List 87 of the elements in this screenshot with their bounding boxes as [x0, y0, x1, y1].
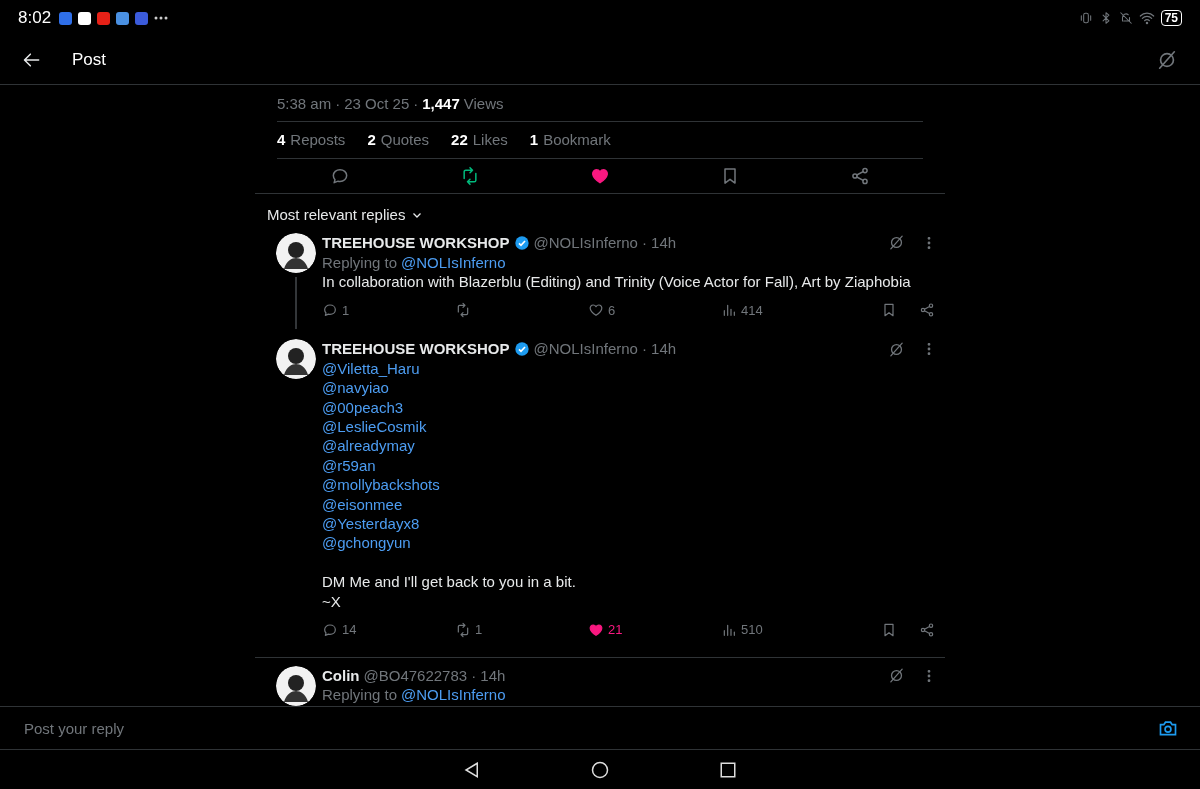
reply-time: · 14h	[641, 339, 677, 359]
clock: 8:02	[18, 8, 52, 28]
stat-count: 1	[529, 131, 539, 149]
bookmark-icon[interactable]	[881, 622, 897, 638]
circle-slash-icon[interactable]	[1156, 49, 1178, 71]
share-icon[interactable]	[919, 302, 935, 319]
views-count: 1,447	[422, 95, 460, 113]
stat-count: 4	[277, 131, 286, 149]
mention-link[interactable]: @eisonmee	[322, 494, 937, 514]
reply-time: · 14h	[641, 233, 677, 253]
reply-text: DM Me and I'll get back to you in a bit.	[322, 572, 577, 592]
repost-count: 1	[475, 621, 483, 640]
views-count: 510	[741, 621, 763, 640]
separator: ·	[335, 95, 341, 113]
like-count: 6	[608, 301, 616, 320]
repost-icon[interactable]	[460, 165, 480, 186]
mention-link[interactable]: @mollybackshots	[322, 475, 937, 495]
replying-label: Replying to	[322, 252, 398, 272]
author-name[interactable]: TREEHOUSE WORKSHOP	[322, 233, 510, 253]
replying-label: Replying to	[322, 685, 398, 705]
camera-icon[interactable]	[1158, 718, 1178, 738]
stat-count: 2	[367, 131, 376, 149]
mention-link[interactable]: @00peach3	[322, 397, 937, 417]
avatar[interactable]	[276, 233, 316, 274]
reply-time: · 14h	[471, 666, 506, 686]
reply-icon[interactable]	[322, 622, 338, 638]
stat-label[interactable]: Bookmark	[543, 131, 611, 149]
views-label: Views	[463, 95, 504, 113]
heart-icon[interactable]	[588, 622, 604, 638]
reply-text: In collaboration with Blazerblu (Editing) and Trinity (Voice Actor for Fall), Art by Ziaphobia	[322, 271, 912, 292]
mention-link[interactable]: @LeslieCosmik	[322, 416, 937, 437]
bookmark-icon[interactable]	[881, 302, 897, 319]
heart-icon[interactable]	[588, 302, 604, 319]
app-notification-icon	[135, 11, 149, 25]
stat-label[interactable]: Reposts	[290, 131, 346, 149]
author-name[interactable]: TREEHOUSE WORKSHOP	[322, 339, 510, 359]
share-icon[interactable]	[850, 165, 870, 186]
mention-link[interactable]: @gchongyun	[322, 533, 937, 553]
mention-link[interactable]: @NOLIsInferno	[401, 685, 506, 705]
app-notification-icon	[97, 11, 111, 25]
battery-level: 75	[1160, 10, 1182, 26]
author-handle[interactable]: @NOLIsInferno	[533, 233, 638, 253]
app-notification-icon	[78, 11, 92, 25]
mention-link[interactable]: @r59an	[322, 455, 937, 476]
reply-input-field[interactable]: Post your reply	[22, 718, 1158, 738]
app-notification-icon	[59, 11, 73, 25]
repost-icon[interactable]	[455, 622, 471, 638]
stat-label[interactable]: Likes	[472, 131, 508, 149]
share-icon[interactable]	[919, 622, 935, 638]
circle-slash-icon[interactable]	[888, 667, 905, 685]
back-arrow-icon[interactable]	[22, 50, 42, 70]
mention-link[interactable]: @alreadymay	[322, 436, 937, 456]
views-icon[interactable]	[721, 622, 737, 638]
mention-link[interactable]: @NOLIsInferno	[401, 252, 506, 272]
circle-slash-icon[interactable]	[888, 340, 905, 358]
reply-count: 1	[342, 301, 350, 320]
mention-link[interactable]: @Viletta_Haru	[322, 358, 937, 379]
author-handle[interactable]: @BO47622783	[363, 666, 468, 686]
more-notifications-icon	[154, 16, 169, 20]
post-time: 5:38 am	[277, 95, 332, 113]
post-date: 23 Oct 25	[344, 95, 410, 113]
avatar[interactable]	[276, 666, 316, 706]
app-notification-icon	[116, 11, 130, 25]
stat-count: 22	[451, 131, 468, 149]
reply-count: 14	[342, 621, 357, 640]
home-nav-icon[interactable]	[591, 760, 609, 779]
repost-icon[interactable]	[455, 302, 471, 319]
reply-text: ~X	[322, 591, 342, 611]
circle-slash-icon[interactable]	[888, 234, 905, 252]
reply-icon[interactable]	[322, 302, 338, 319]
wifi-icon	[1138, 10, 1155, 26]
vibrate-icon	[1078, 11, 1093, 25]
author-handle[interactable]: @NOLIsInferno	[533, 339, 638, 359]
mention-link[interactable]: @Yesterdayx8	[322, 514, 937, 534]
page-title: Post	[72, 50, 107, 70]
author-name[interactable]: Colin	[322, 666, 360, 686]
muted-bell-icon	[1118, 11, 1133, 25]
back-nav-icon[interactable]	[463, 760, 481, 779]
avatar[interactable]	[276, 339, 316, 380]
views-count: 414	[741, 301, 763, 320]
mention-link[interactable]: @navyiao	[322, 378, 937, 398]
like-count: 21	[608, 621, 623, 640]
separator: ·	[413, 95, 419, 113]
views-icon[interactable]	[721, 302, 737, 319]
stat-label[interactable]: Quotes	[380, 131, 430, 149]
recents-nav-icon[interactable]	[719, 760, 737, 779]
sort-dropdown[interactable]: Most relevant replies	[267, 206, 424, 224]
